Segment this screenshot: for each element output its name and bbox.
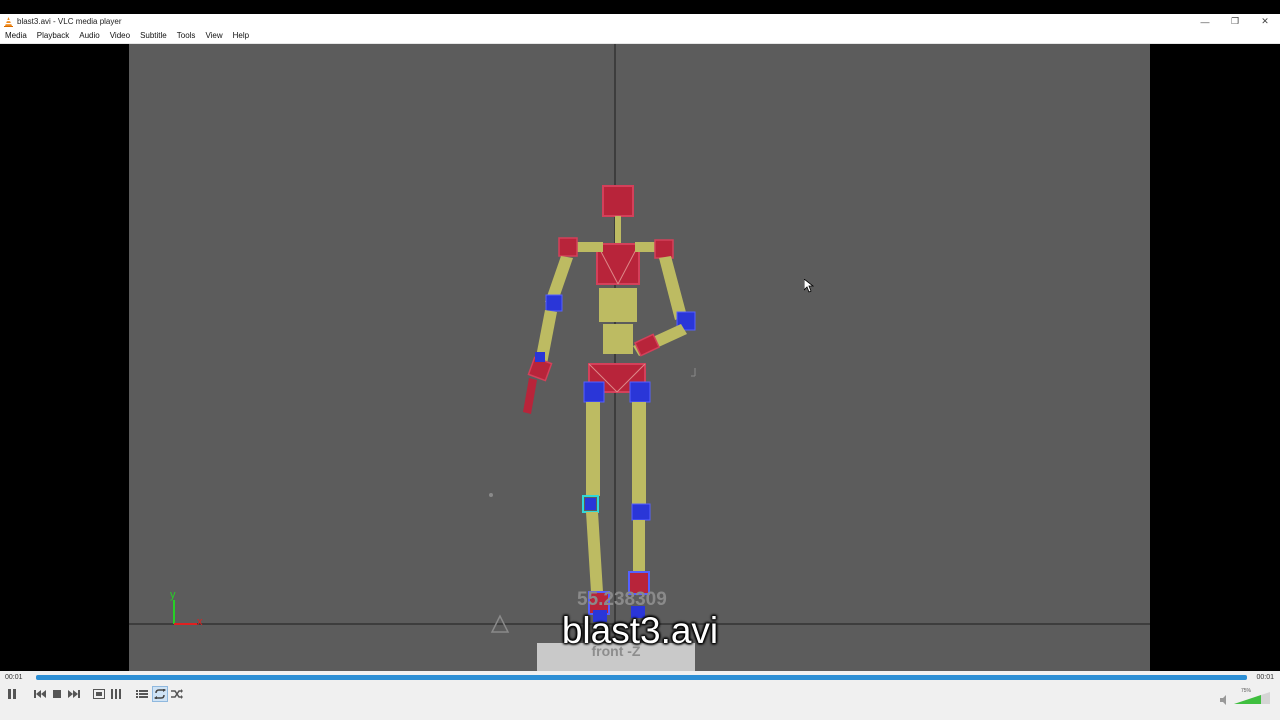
menu-playback[interactable]: Playback bbox=[32, 29, 74, 43]
right-upper-arm bbox=[659, 256, 687, 320]
extended-settings-button[interactable] bbox=[108, 686, 124, 702]
chest-control bbox=[596, 243, 640, 285]
fullscreen-button[interactable] bbox=[91, 686, 107, 702]
playlist-button[interactable] bbox=[134, 686, 150, 702]
menu-view[interactable]: View bbox=[200, 29, 227, 43]
fullscreen-icon bbox=[93, 689, 105, 699]
subtitle-overlay: blast3.avi bbox=[561, 610, 719, 651]
menu-video[interactable]: Video bbox=[105, 29, 135, 43]
window-controls: — ❐ ✕ bbox=[1190, 14, 1280, 29]
button-row bbox=[0, 686, 1280, 704]
rig-viewport: y x bbox=[129, 44, 1150, 671]
time-total: 00:01 bbox=[1256, 674, 1274, 681]
menu-bar: Media Playback Audio Video Subtitle Tool… bbox=[0, 29, 1280, 44]
left-thigh bbox=[586, 402, 600, 496]
menu-tools[interactable]: Tools bbox=[172, 29, 201, 43]
axis-y-label: y bbox=[170, 589, 176, 601]
speaker-icon bbox=[1220, 695, 1226, 705]
shuffle-icon bbox=[171, 689, 183, 699]
vlc-cone-icon bbox=[3, 16, 13, 27]
right-shoulder-control bbox=[654, 239, 674, 259]
frame-number: 55.238309 bbox=[577, 589, 667, 610]
left-hip-joint bbox=[583, 381, 605, 403]
left-shin bbox=[586, 512, 603, 592]
shuffle-button[interactable] bbox=[169, 686, 185, 702]
video-frame[interactable]: y x 55.238309 front -Z bbox=[129, 44, 1150, 671]
previous-button[interactable] bbox=[32, 686, 48, 702]
loop-icon bbox=[154, 689, 166, 699]
menu-subtitle[interactable]: Subtitle bbox=[135, 29, 172, 43]
top-black-strip bbox=[0, 0, 1280, 14]
time-elapsed: 00:01 bbox=[5, 674, 23, 681]
spine-upper bbox=[599, 288, 637, 322]
spine-lower bbox=[603, 324, 633, 354]
left-hand bbox=[523, 378, 537, 414]
seek-bar[interactable] bbox=[36, 675, 1247, 680]
close-button[interactable]: ✕ bbox=[1250, 14, 1280, 29]
menu-help[interactable]: Help bbox=[228, 29, 254, 43]
neck-bone bbox=[615, 216, 621, 244]
playlist-icon bbox=[136, 690, 148, 698]
stop-icon bbox=[53, 690, 61, 698]
equalizer-icon bbox=[111, 689, 121, 699]
menu-media[interactable]: Media bbox=[0, 29, 32, 43]
window-title: blast3.avi - VLC media player bbox=[17, 17, 122, 26]
right-thigh bbox=[632, 402, 646, 506]
loop-button[interactable] bbox=[152, 686, 168, 702]
volume-control[interactable]: 75% bbox=[1214, 688, 1274, 705]
right-knee-control bbox=[631, 503, 651, 521]
right-hip-joint bbox=[629, 381, 651, 403]
character-rig bbox=[523, 185, 696, 622]
mouse-cursor-icon bbox=[803, 278, 815, 298]
player-controls: 00:01 00:01 75% bbox=[0, 671, 1280, 720]
left-elbow-control bbox=[545, 294, 563, 312]
restore-button[interactable]: ❐ bbox=[1220, 14, 1250, 29]
minimize-button[interactable]: — bbox=[1190, 14, 1220, 29]
video-area[interactable]: y x 55.238309 front -Z blast3.avi bbox=[0, 44, 1280, 671]
pause-icon bbox=[8, 689, 16, 699]
seek-bar-fill bbox=[36, 675, 1247, 680]
stop-button[interactable] bbox=[49, 686, 65, 702]
left-shoulder-control bbox=[558, 237, 578, 257]
left-wrist-twist bbox=[535, 352, 545, 362]
next-icon bbox=[68, 690, 80, 698]
pause-button[interactable] bbox=[4, 686, 20, 702]
title-bar: blast3.avi - VLC media player — ❐ ✕ bbox=[0, 14, 1280, 29]
volume-slider[interactable] bbox=[1234, 692, 1270, 704]
scene-dot bbox=[489, 493, 493, 497]
next-button[interactable] bbox=[66, 686, 82, 702]
head-control bbox=[602, 185, 634, 217]
menu-audio[interactable]: Audio bbox=[74, 29, 104, 43]
previous-icon bbox=[34, 690, 46, 698]
